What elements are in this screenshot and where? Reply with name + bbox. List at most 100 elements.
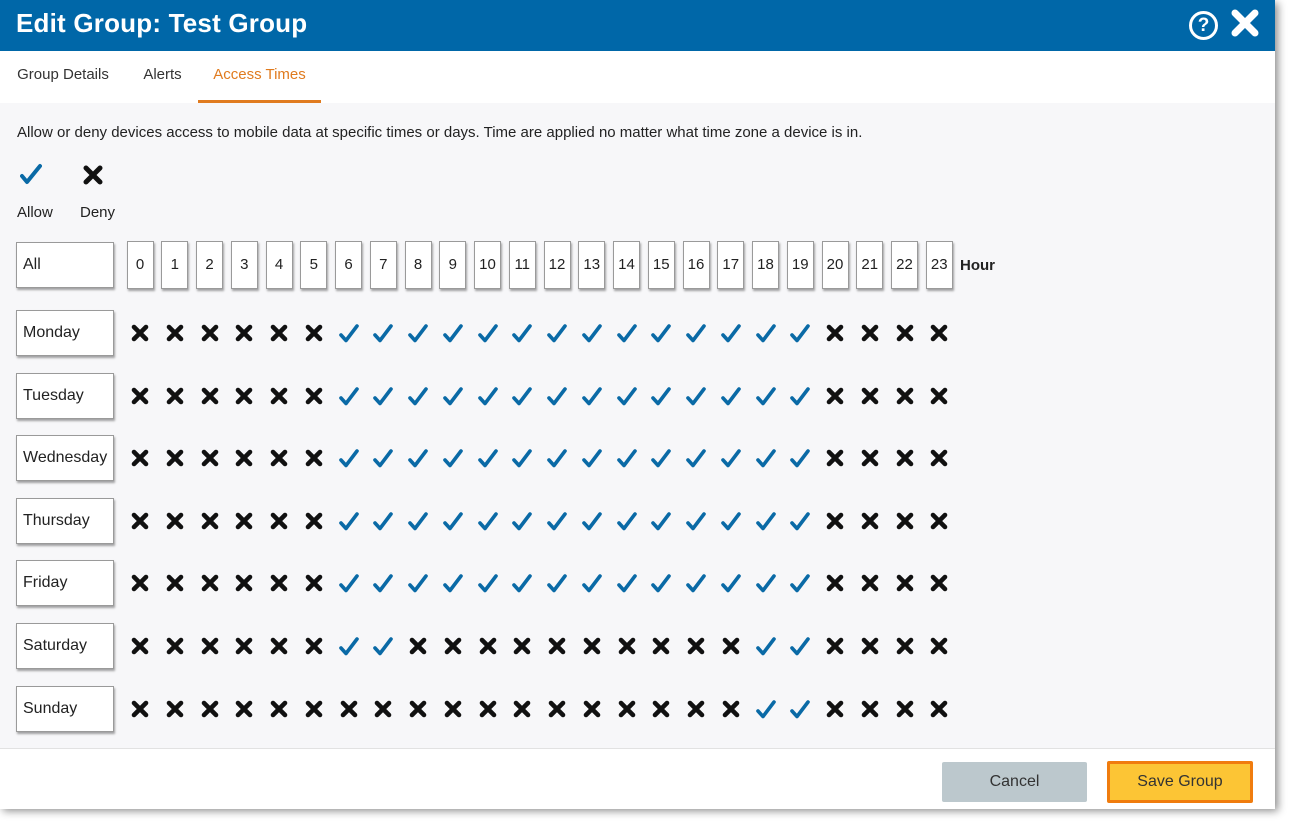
deny-cell-saturday-23[interactable] [929,636,949,656]
deny-cell-sunday-7[interactable] [373,699,393,719]
deny-cell-saturday-2[interactable] [200,636,220,656]
deny-cell-sunday-15[interactable] [651,699,671,719]
deny-cell-saturday-15[interactable] [651,636,671,656]
deny-cell-sunday-3[interactable] [234,699,254,719]
hour-button-4[interactable]: 4 [265,241,293,289]
allow-cell-tuesday-19[interactable] [790,386,811,406]
allow-cell-friday-8[interactable] [408,573,428,593]
allow-cell-tuesday-9[interactable] [442,386,463,406]
deny-cell-sunday-2[interactable] [200,699,220,719]
deny-cell-tuesday-2[interactable] [200,386,220,406]
hour-button-1[interactable]: 1 [161,241,189,289]
deny-cell-thursday-1[interactable] [165,511,185,531]
day-button-tuesday[interactable]: Tuesday [16,372,114,419]
day-button-wednesday[interactable]: Wednesday [16,435,114,482]
deny-cell-sunday-4[interactable] [269,699,289,719]
allow-cell-saturday-19[interactable] [790,636,811,656]
deny-cell-tuesday-21[interactable] [860,386,880,406]
allow-cell-tuesday-17[interactable] [720,386,741,406]
allow-cell-sunday-18[interactable] [755,699,776,719]
deny-cell-sunday-21[interactable] [860,699,880,719]
deny-cell-wednesday-3[interactable] [234,448,254,468]
deny-cell-monday-2[interactable] [200,323,220,343]
deny-cell-wednesday-4[interactable] [269,448,289,468]
deny-cell-friday-22[interactable] [895,573,915,593]
deny-cell-sunday-9[interactable] [443,699,463,719]
deny-cell-friday-20[interactable] [825,573,845,593]
deny-cell-wednesday-0[interactable] [130,448,150,468]
deny-cell-saturday-10[interactable] [478,636,498,656]
cancel-button[interactable]: Cancel [942,762,1087,802]
deny-cell-tuesday-1[interactable] [165,386,185,406]
deny-cell-thursday-22[interactable] [895,511,915,531]
deny-cell-friday-23[interactable] [929,573,949,593]
allow-cell-wednesday-13[interactable] [581,448,602,468]
deny-cell-monday-23[interactable] [929,323,949,343]
day-button-sunday[interactable]: Sunday [16,685,114,732]
deny-cell-friday-4[interactable] [269,573,289,593]
allow-cell-friday-13[interactable] [581,573,602,593]
allow-cell-friday-10[interactable] [477,573,498,593]
deny-cell-wednesday-2[interactable] [200,448,220,468]
allow-cell-friday-7[interactable] [373,573,394,593]
allow-cell-friday-17[interactable] [720,573,741,593]
deny-cell-wednesday-5[interactable] [304,448,324,468]
deny-cell-thursday-0[interactable] [130,511,150,531]
allow-cell-wednesday-10[interactable] [477,448,498,468]
allow-cell-thursday-16[interactable] [686,511,706,531]
allow-cell-tuesday-15[interactable] [651,386,672,406]
allow-cell-monday-6[interactable] [338,323,359,343]
allow-cell-friday-15[interactable] [651,573,672,593]
allow-cell-wednesday-12[interactable] [547,448,567,468]
deny-cell-wednesday-23[interactable] [929,448,949,468]
deny-cell-wednesday-20[interactable] [825,448,845,468]
deny-cell-tuesday-5[interactable] [304,386,324,406]
allow-cell-wednesday-17[interactable] [720,448,741,468]
deny-cell-friday-2[interactable] [200,573,220,593]
allow-cell-thursday-11[interactable] [512,511,533,531]
deny-cell-wednesday-22[interactable] [895,448,915,468]
hour-button-13[interactable]: 13 [578,241,606,289]
allow-cell-wednesday-15[interactable] [651,448,672,468]
deny-cell-sunday-5[interactable] [304,699,324,719]
allow-cell-tuesday-6[interactable] [338,386,359,406]
deny-cell-tuesday-0[interactable] [130,386,150,406]
deny-cell-saturday-16[interactable] [686,636,706,656]
deny-cell-thursday-4[interactable] [269,511,289,531]
deny-cell-friday-3[interactable] [234,573,254,593]
deny-cell-monday-21[interactable] [860,323,880,343]
allow-cell-monday-18[interactable] [755,323,776,343]
deny-cell-saturday-3[interactable] [234,636,254,656]
allow-cell-wednesday-18[interactable] [755,448,776,468]
hour-button-8[interactable]: 8 [404,241,432,289]
hour-button-18[interactable]: 18 [752,241,779,289]
close-icon[interactable] [1230,8,1260,38]
allow-cell-friday-18[interactable] [755,573,776,593]
allow-cell-sunday-19[interactable] [790,699,811,719]
deny-cell-sunday-0[interactable] [130,699,150,719]
allow-cell-monday-9[interactable] [442,323,463,343]
deny-cell-saturday-20[interactable] [825,636,845,656]
hour-button-9[interactable]: 9 [439,241,467,289]
allow-cell-friday-11[interactable] [512,573,533,593]
allow-cell-tuesday-16[interactable] [686,386,706,406]
deny-cell-sunday-17[interactable] [721,699,741,719]
allow-cell-tuesday-10[interactable] [477,386,498,406]
deny-cell-saturday-13[interactable] [582,636,602,656]
allow-cell-wednesday-14[interactable] [616,448,637,468]
allow-cell-saturday-7[interactable] [373,636,394,656]
allow-cell-tuesday-13[interactable] [581,386,602,406]
hour-button-12[interactable]: 12 [543,241,571,289]
deny-cell-thursday-3[interactable] [234,511,254,531]
select-all-button[interactable]: All [16,242,114,288]
deny-cell-friday-0[interactable] [130,573,150,593]
deny-cell-sunday-13[interactable] [582,699,602,719]
deny-cell-saturday-14[interactable] [617,636,637,656]
hour-button-19[interactable]: 19 [786,241,814,289]
allow-cell-thursday-14[interactable] [616,511,637,531]
allow-cell-tuesday-14[interactable] [616,386,637,406]
hour-button-11[interactable]: 11 [508,241,536,289]
allow-cell-wednesday-11[interactable] [512,448,533,468]
allow-cell-wednesday-6[interactable] [338,448,359,468]
deny-cell-saturday-4[interactable] [269,636,289,656]
